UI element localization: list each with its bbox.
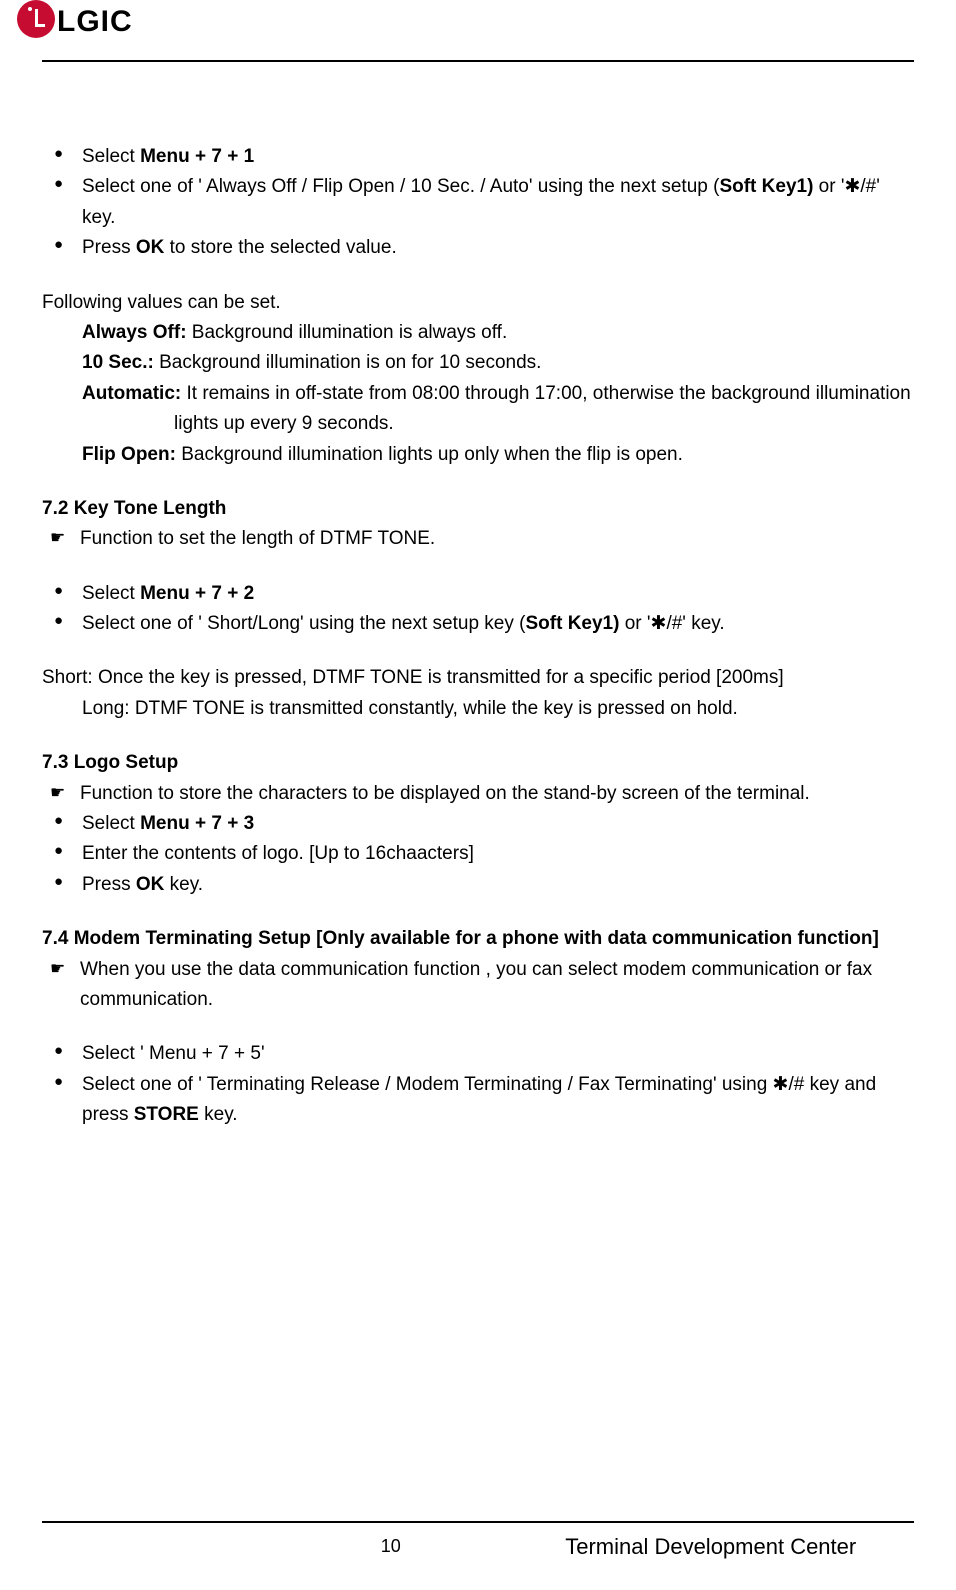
always-off-row: Always Off: Background illumination is a… [42, 318, 914, 348]
page-container: LGIC Select Menu + 7 + 1 Select one of '… [0, 0, 956, 1590]
text: Function to store the characters to be d… [80, 783, 810, 804]
bold-text: Menu + 7 + 2 [140, 583, 254, 604]
text: Select [82, 813, 140, 834]
bold-text: Menu + 7 + 1 [140, 146, 254, 167]
brand-text: LGIC [57, 0, 133, 46]
text: Background illumination is always off. [187, 322, 508, 343]
text: Press [82, 237, 136, 258]
short-text: Short: Once the key is pressed, DTMF TON… [42, 663, 914, 693]
page-number: 10 [216, 1529, 565, 1564]
automatic-row: Automatic: It remains in off-state from … [42, 379, 914, 409]
text: It remains in off-state from 08:00 throu… [181, 383, 910, 404]
text: Select one of ' Short/Long' using the ne… [82, 613, 525, 634]
text: or '✱/#' key. [619, 613, 724, 634]
page-content: Select Menu + 7 + 1 Select one of ' Alwa… [42, 62, 914, 1131]
list-item: Select Menu + 7 + 1 [42, 142, 914, 172]
text: Enter the contents of logo. [Up to 16cha… [82, 843, 474, 864]
text: When you use the data communication func… [80, 959, 872, 1010]
list-item: Select Menu + 7 + 3 [42, 809, 914, 839]
list-item: Press OK to store the selected value. [42, 233, 914, 263]
text: Background illumination lights up only w… [176, 444, 683, 465]
section-73-bullets: Select Menu + 7 + 3 Enter the contents o… [42, 809, 914, 900]
list-item: Function to set the length of DTMF TONE. [42, 524, 914, 554]
section-72-bullets: Select Menu + 7 + 2 Select one of ' Shor… [42, 579, 914, 640]
flip-open-row: Flip Open: Background illumination light… [42, 440, 914, 470]
lg-logo-icon [17, 0, 55, 38]
following-intro: Following values can be set. [42, 288, 914, 318]
text: to store the selected value. [164, 237, 396, 258]
text: Select one of ' Always Off / Flip Open /… [82, 176, 719, 197]
list-item: Select one of ' Always Off / Flip Open /… [42, 172, 914, 233]
section-74-bullets: Select ' Menu + 7 + 5' Select one of ' T… [42, 1039, 914, 1130]
text: Select [82, 146, 140, 167]
bold-text: OK [136, 237, 165, 258]
section-71-bullets: Select Menu + 7 + 1 Select one of ' Alwa… [42, 142, 914, 264]
text: Select [82, 583, 140, 604]
bold-text: Menu + 7 + 3 [140, 813, 254, 834]
list-item: Select ' Menu + 7 + 5' [42, 1039, 914, 1069]
text: Function to set the length of DTMF TONE. [80, 528, 435, 549]
list-item: Select Menu + 7 + 2 [42, 579, 914, 609]
text: Background illumination is on for 10 sec… [154, 352, 542, 373]
list-item: Function to store the characters to be d… [42, 779, 914, 809]
automatic-row-2: lights up every 9 seconds. [42, 409, 914, 439]
long-text: Long: DTMF TONE is transmitted constantl… [42, 694, 914, 724]
heading-72: 7.2 Key Tone Length [42, 494, 914, 524]
label: Automatic: [82, 383, 181, 404]
label: 10 Sec.: [82, 352, 154, 373]
page-header: LGIC [42, 0, 914, 62]
ten-sec-row: 10 Sec.: Background illumination is on f… [42, 348, 914, 378]
bold-text: Soft Key1) [719, 176, 813, 197]
heading-73: 7.3 Logo Setup [42, 748, 914, 778]
bold-text: STORE [134, 1104, 199, 1125]
list-item: Select one of ' Short/Long' using the ne… [42, 609, 914, 639]
section-74-desc: When you use the data communication func… [42, 955, 914, 1016]
text: Press [82, 874, 136, 895]
label: Always Off: [82, 322, 187, 343]
list-item: Select one of ' Terminating Release / Mo… [42, 1070, 914, 1131]
list-item: Press OK key. [42, 870, 914, 900]
section-73-desc: Function to store the characters to be d… [42, 779, 914, 809]
text: Select ' Menu + 7 + 5' [82, 1043, 265, 1064]
bold-text: OK [136, 874, 165, 895]
label: Flip Open: [82, 444, 176, 465]
footer-right-text: Terminal Development Center [565, 1529, 914, 1564]
section-72-desc: Function to set the length of DTMF TONE. [42, 524, 914, 554]
heading-74: 7.4 Modem Terminating Setup [Only availa… [42, 924, 914, 954]
bold-text: Soft Key1) [525, 613, 619, 634]
text: key. [199, 1104, 238, 1125]
page-footer: 10 Terminal Development Center [42, 1521, 914, 1564]
text: key. [164, 874, 203, 895]
list-item: When you use the data communication func… [42, 955, 914, 1016]
list-item: Enter the contents of logo. [Up to 16cha… [42, 839, 914, 869]
